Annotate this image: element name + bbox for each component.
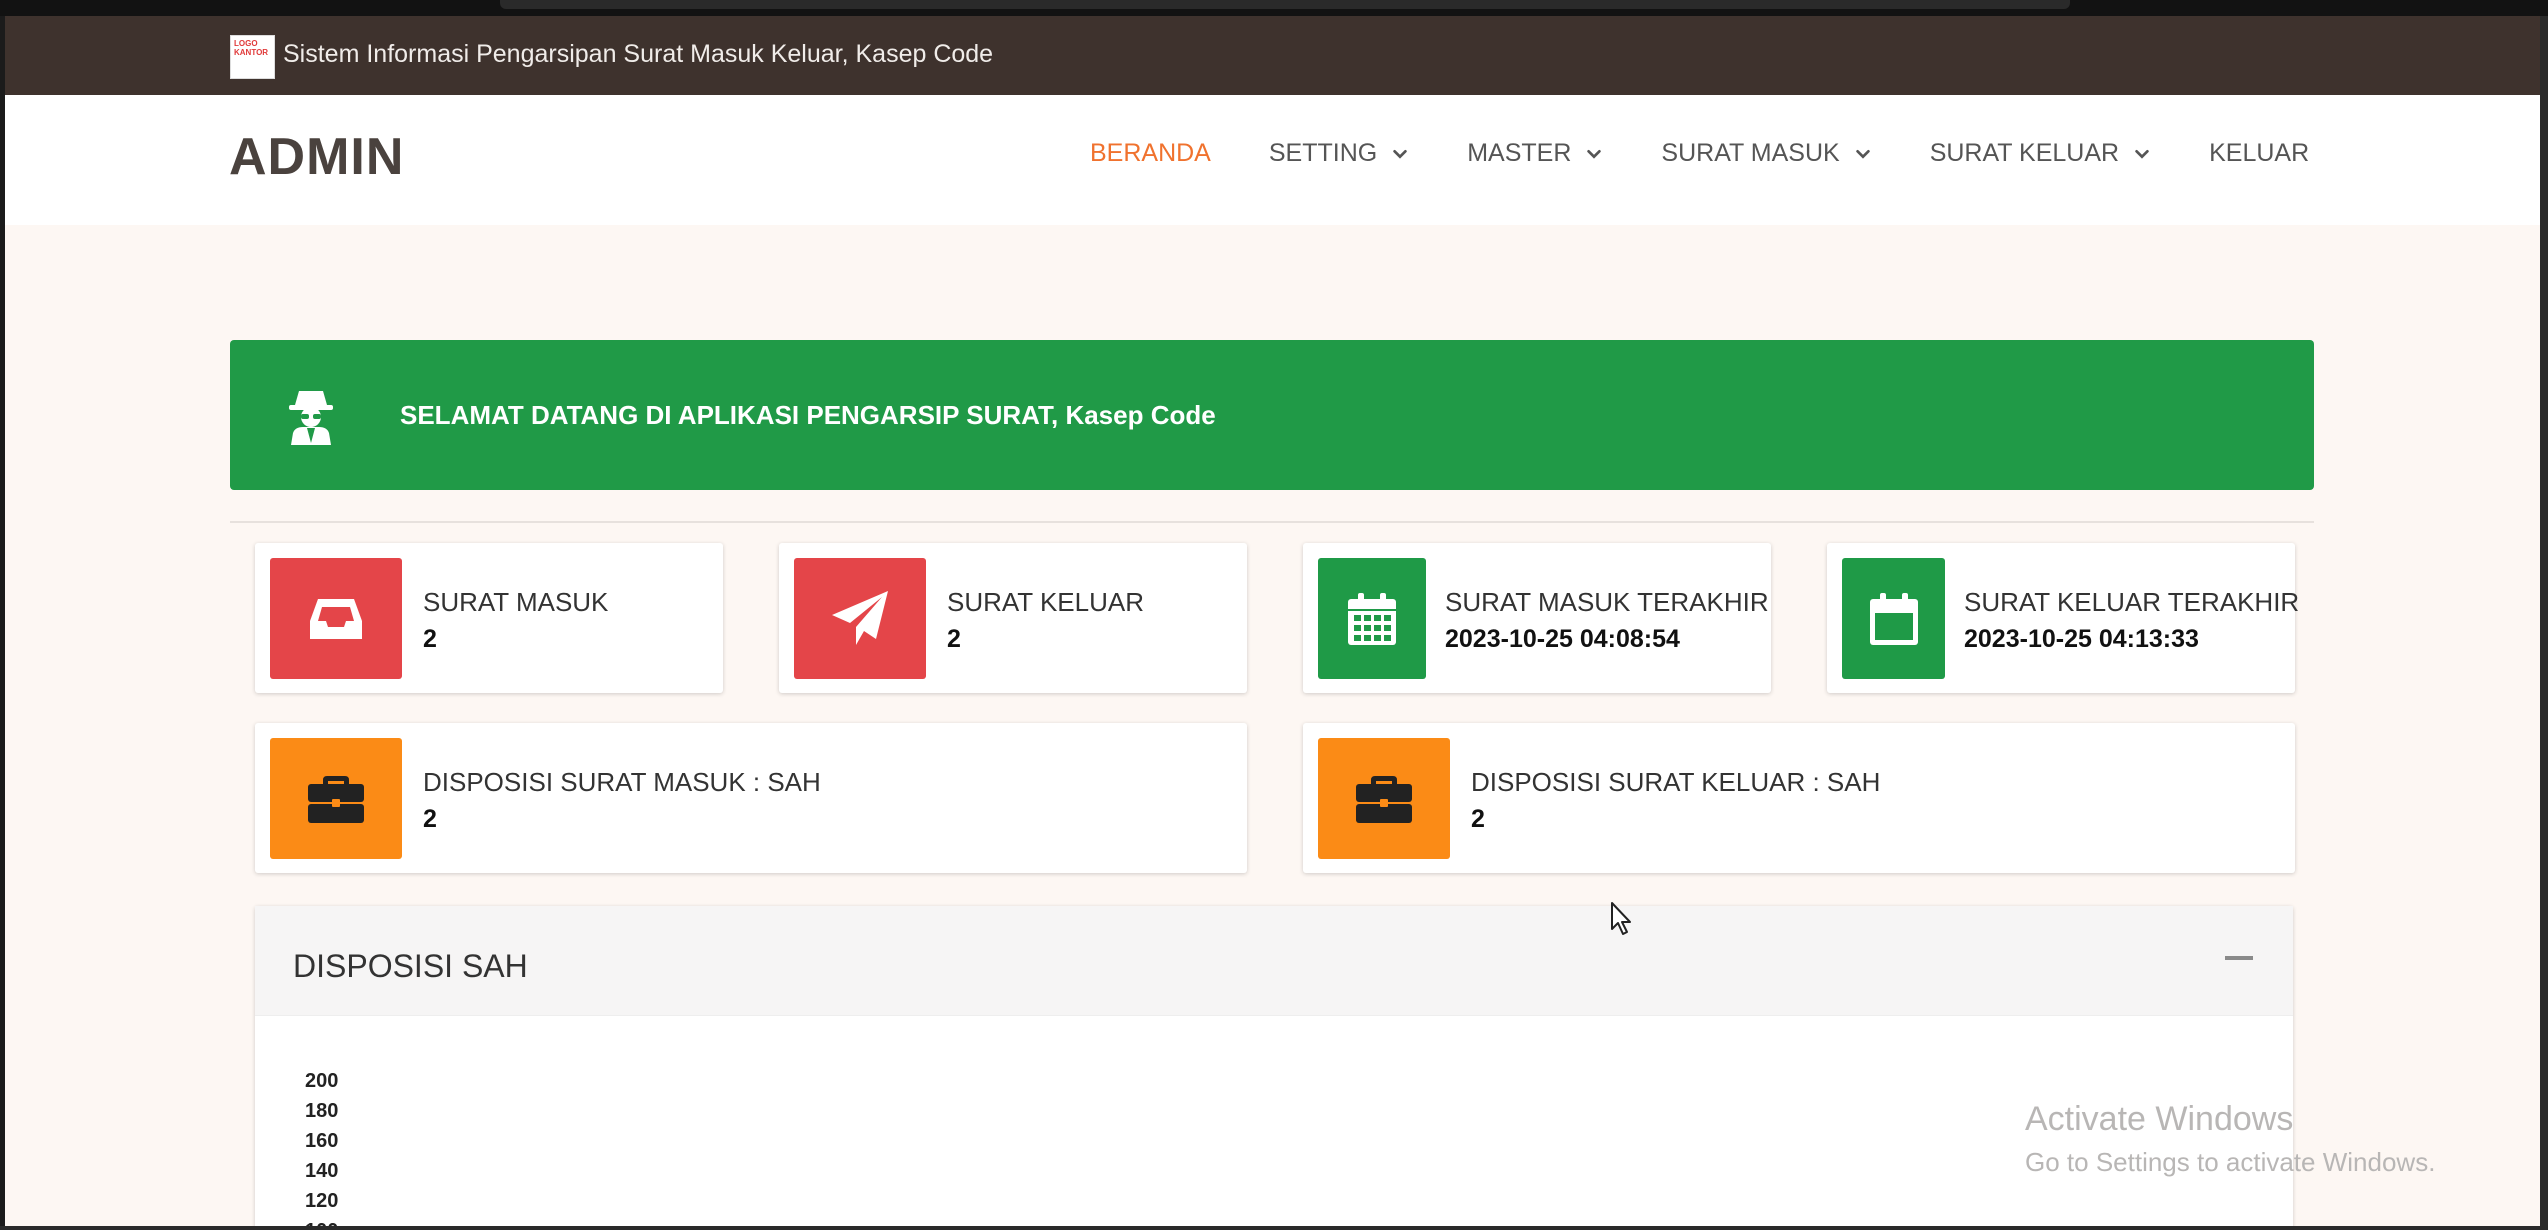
welcome-banner: SELAMAT DATANG DI APLIKASI PENGARSIP SUR… <box>230 340 2314 490</box>
info-box-surat-keluar-terakhir[interactable]: SURAT KELUAR TERAKHIR 2023-10-25 04:13:3… <box>1827 543 2299 693</box>
info-box-icon-bg <box>1842 558 1945 679</box>
welcome-text: SELAMAT DATANG DI APLIKASI PENGARSIP SUR… <box>400 400 1216 430</box>
chevron-down-icon <box>2135 149 2149 159</box>
nav-setting[interactable]: SETTING <box>1269 139 1409 168</box>
watermark-subtitle: Go to Settings to activate Windows. <box>2025 1147 2436 1177</box>
nav-label: SURAT KELUAR <box>1929 139 2120 167</box>
info-box-icon-bg <box>1318 738 1450 859</box>
info-box-disposisi-masuk[interactable]: DISPOSISI SURAT MASUK : SAH 2 <box>255 723 1247 873</box>
info-box-disposisi-keluar[interactable]: DISPOSISI SURAT KELUAR : SAH 2 <box>1303 723 2295 873</box>
page-viewport: LOGO KANTOR Sistem Informasi Pengarsipan… <box>5 16 2540 1226</box>
info-box-surat-keluar[interactable]: SURAT KELUAR 2 <box>779 543 1247 693</box>
user-secret-icon <box>289 391 333 445</box>
info-box-label: SURAT KELUAR <box>947 587 1144 617</box>
nav-label: SURAT MASUK <box>1661 139 1840 167</box>
info-box-value: 2 <box>1471 805 1485 833</box>
y-tick-label: 180 <box>305 1100 339 1122</box>
nav-surat-masuk[interactable]: SURAT MASUK <box>1661 139 1871 168</box>
info-box-value: 2023-10-25 04:08:54 <box>1445 625 1680 653</box>
logo-text: LOGO KANTOR <box>234 39 269 57</box>
watermark-title: Activate Windows <box>2025 1100 2294 1138</box>
info-box-value: 2 <box>423 805 437 833</box>
info-box-label: SURAT MASUK <box>423 587 609 617</box>
nav-label: KELUAR <box>2209 139 2310 167</box>
disposisi-sah-card: DISPOSISI SAH 200 180 160 140 120 100 <box>255 906 2293 1226</box>
y-tick-label: 100 <box>305 1216 338 1226</box>
y-tick-label: 200 <box>305 1070 339 1092</box>
info-box-value: 2 <box>423 625 437 653</box>
main-header: ADMIN BERANDA SETTING MASTER SURAT MASUK… <box>5 95 2540 225</box>
info-box-icon-bg <box>1318 558 1426 679</box>
nav-label: BERANDA <box>1090 139 1211 167</box>
y-tick-label: 140 <box>305 1160 339 1182</box>
calendar-icon <box>1348 592 1396 645</box>
card-title: DISPOSISI SAH <box>293 948 528 984</box>
browser-top-strip <box>0 0 2548 16</box>
y-tick-label: 160 <box>305 1130 339 1152</box>
info-box-surat-masuk-terakhir[interactable]: SURAT MASUK TERAKHIR 2023-10-25 04:08:54 <box>1303 543 1771 693</box>
browser-tab-strip <box>500 0 2070 9</box>
section-divider <box>230 521 2314 523</box>
info-box-surat-masuk[interactable]: SURAT MASUK 2 <box>255 543 723 693</box>
info-box-icon-bg <box>270 738 402 859</box>
inbox-icon <box>310 598 362 639</box>
mouse-cursor-icon <box>1611 902 1631 935</box>
window-right-edge <box>2540 16 2548 1230</box>
nav-surat-keluar[interactable]: SURAT KELUAR <box>1930 139 2151 168</box>
chart-y-axis: 200 180 160 140 120 100 <box>305 1066 338 1226</box>
nav-label: SETTING <box>1268 139 1378 167</box>
info-box-value: 2 <box>947 625 961 653</box>
chevron-down-icon <box>1587 149 1602 159</box>
info-box-label: DISPOSISI SURAT KELUAR : SAH <box>1471 767 1881 797</box>
info-box-label: DISPOSISI SURAT MASUK : SAH <box>423 767 821 797</box>
chevron-down-icon <box>1855 149 1870 159</box>
site-name: Sistem Informasi Pengarsipan Surat Masuk… <box>283 40 994 68</box>
window-bottom-edge <box>0 1226 2548 1230</box>
office-logo: LOGO KANTOR <box>230 35 275 79</box>
nav-keluar[interactable]: KELUAR <box>2209 139 2309 168</box>
paper-plane-icon <box>832 590 888 645</box>
info-box-value: 2023-10-25 04:13:33 <box>1964 625 2199 653</box>
windows-activation-watermark: Activate Windows Go to Settings to activ… <box>2025 1100 2435 1178</box>
main-nav: BERANDA SETTING MASTER SURAT MASUK SURAT… <box>1090 139 2309 168</box>
briefcase-icon <box>308 775 364 823</box>
info-box-label: SURAT MASUK TERAKHIR <box>1445 587 1769 617</box>
info-box-label: SURAT KELUAR TERAKHIR <box>1964 587 2300 617</box>
chevron-down-icon <box>1393 149 1407 159</box>
briefcase-icon <box>1356 775 1412 823</box>
nav-beranda[interactable]: BERANDA <box>1090 139 1211 168</box>
info-box-icon-bg <box>794 558 926 679</box>
calendar-blank-icon <box>1869 592 1918 645</box>
card-header: DISPOSISI SAH <box>255 906 2293 1016</box>
nav-label: MASTER <box>1467 139 1572 167</box>
y-tick-label: 120 <box>305 1190 339 1212</box>
brand-title[interactable]: ADMIN <box>229 127 404 187</box>
nav-master[interactable]: MASTER <box>1467 139 1603 168</box>
info-box-icon-bg <box>270 558 402 679</box>
top-info-bar: LOGO KANTOR Sistem Informasi Pengarsipan… <box>5 16 2540 95</box>
collapse-minus-icon[interactable] <box>2225 956 2253 960</box>
